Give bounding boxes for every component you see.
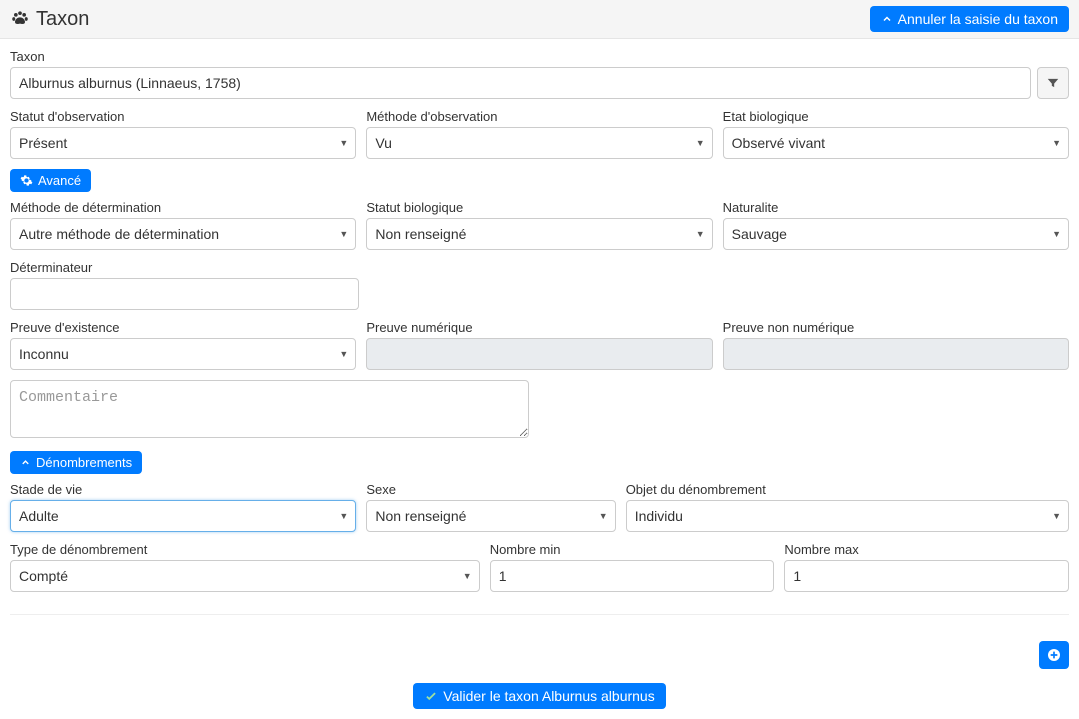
page-title: Taxon: [10, 8, 89, 31]
determinateur-label: Déterminateur: [10, 260, 359, 275]
divider: [10, 614, 1069, 615]
life-stage-select[interactable]: Adulte: [10, 500, 356, 532]
proof-digital-input: [366, 338, 712, 370]
advanced-toggle-button[interactable]: Avancé: [10, 169, 91, 192]
header-bar: Taxon Annuler la saisie du taxon: [0, 0, 1079, 39]
proof-nondigital-label: Preuve non numérique: [723, 320, 1069, 335]
nb-min-label: Nombre min: [490, 542, 775, 557]
proof-exist-label: Preuve d'existence: [10, 320, 356, 335]
obs-status-label: Statut d'observation: [10, 109, 356, 124]
validate-taxon-label: Valider le taxon Alburnus alburnus: [443, 688, 654, 704]
life-stage-label: Stade de vie: [10, 482, 356, 497]
cancel-taxon-button[interactable]: Annuler la saisie du taxon: [870, 6, 1069, 32]
sex-label: Sexe: [366, 482, 615, 497]
cancel-taxon-label: Annuler la saisie du taxon: [898, 11, 1058, 27]
obs-method-select[interactable]: Vu: [366, 127, 712, 159]
naturalite-select[interactable]: Sauvage: [723, 218, 1069, 250]
bio-status-select[interactable]: Non renseigné: [366, 218, 712, 250]
count-object-select[interactable]: Individu: [626, 500, 1069, 532]
bio-status-label: Statut biologique: [366, 200, 712, 215]
chevron-up-icon: [20, 457, 31, 468]
taxon-filter-button[interactable]: [1037, 67, 1069, 99]
det-method-label: Méthode de détermination: [10, 200, 356, 215]
obs-status-select[interactable]: Présent: [10, 127, 356, 159]
proof-exist-select[interactable]: Inconnu: [10, 338, 356, 370]
advanced-toggle-label: Avancé: [38, 173, 81, 188]
validate-taxon-button[interactable]: Valider le taxon Alburnus alburnus: [413, 683, 665, 709]
count-type-label: Type de dénombrement: [10, 542, 480, 557]
page-title-text: Taxon: [36, 8, 89, 31]
chevron-up-icon: [881, 13, 893, 25]
counts-toggle-label: Dénombrements: [36, 455, 132, 470]
nb-max-label: Nombre max: [784, 542, 1069, 557]
add-count-button[interactable]: [1039, 641, 1069, 669]
comment-textarea[interactable]: [10, 380, 529, 438]
check-icon: [424, 689, 438, 703]
proof-nondigital-input: [723, 338, 1069, 370]
det-method-select[interactable]: Autre méthode de détermination: [10, 218, 356, 250]
bio-state-select[interactable]: Observé vivant: [723, 127, 1069, 159]
sex-select[interactable]: Non renseigné: [366, 500, 615, 532]
naturalite-label: Naturalite: [723, 200, 1069, 215]
gear-icon: [20, 174, 33, 187]
count-type-select[interactable]: Compté: [10, 560, 480, 592]
taxon-label: Taxon: [10, 49, 1069, 64]
nb-min-input[interactable]: [490, 560, 775, 592]
count-object-label: Objet du dénombrement: [626, 482, 1069, 497]
paw-icon: [10, 9, 30, 29]
obs-method-label: Méthode d'observation: [366, 109, 712, 124]
nb-max-input[interactable]: [784, 560, 1069, 592]
taxon-input[interactable]: [10, 67, 1031, 99]
plus-circle-icon: [1046, 647, 1062, 663]
filter-icon: [1046, 76, 1060, 90]
determinateur-input[interactable]: [10, 278, 359, 310]
bio-state-label: Etat biologique: [723, 109, 1069, 124]
proof-digital-label: Preuve numérique: [366, 320, 712, 335]
counts-toggle-button[interactable]: Dénombrements: [10, 451, 142, 474]
